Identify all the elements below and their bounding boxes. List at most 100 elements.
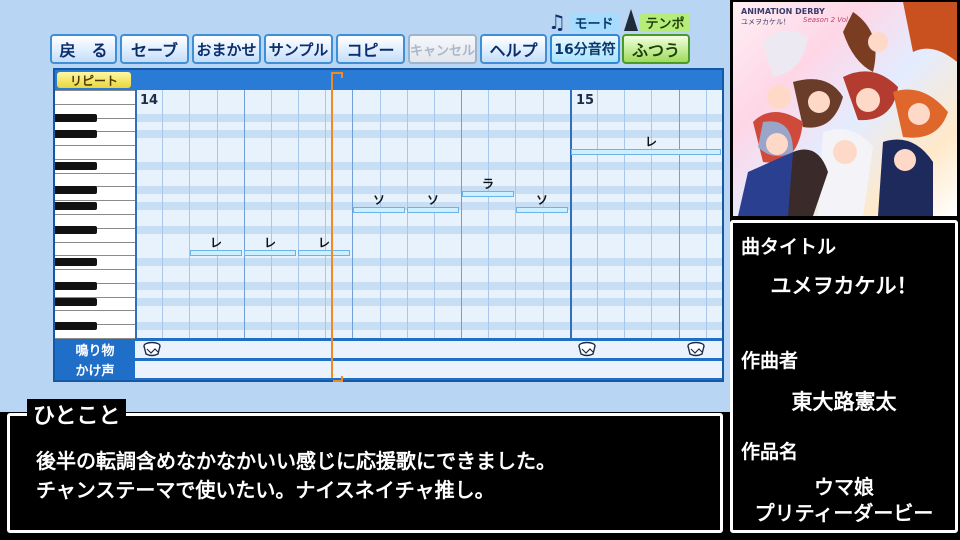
grid-row <box>135 130 722 138</box>
repeat-button[interactable]: リピート <box>57 72 131 88</box>
comment-line-1: 後半の転調含めなかなかいい感じに応援歌にできました。 <box>36 449 556 473</box>
black-key[interactable] <box>55 130 97 138</box>
white-key-divider <box>55 214 135 215</box>
note-icon: ♫ <box>548 10 566 34</box>
percussion-row-kakegoe: かけ声 <box>55 360 722 379</box>
grid-row <box>135 258 722 266</box>
cancel-button[interactable]: キャンセル <box>408 34 477 64</box>
metronome-icon <box>624 9 638 31</box>
comment-title: ひとこと <box>27 399 127 429</box>
repeat-bar: リピート <box>55 70 722 90</box>
note-grid[interactable]: 14 15 レレレソソラソレ <box>135 90 722 338</box>
work-value-line-1: ウマ娘 <box>814 475 874 499</box>
black-key[interactable] <box>55 322 97 330</box>
grid-line <box>352 90 353 338</box>
tempo-label: テンポ <box>640 13 690 32</box>
note-label: レ <box>317 236 330 250</box>
note-label: ソ <box>372 193 385 207</box>
grid-line <box>217 90 218 338</box>
grid-line <box>434 90 435 338</box>
measure-number-14: 14 <box>140 93 159 108</box>
percussion-label-kakegoe: かけ声 <box>55 360 135 379</box>
white-key-divider <box>55 159 135 160</box>
grid-row <box>135 282 722 290</box>
white-key-divider <box>55 255 135 256</box>
playhead-bottom-cap <box>333 376 343 382</box>
black-key[interactable] <box>55 114 97 122</box>
jacket-artwork <box>738 2 957 216</box>
note-label: レ <box>263 236 276 250</box>
grid-line <box>679 90 680 338</box>
grid-row <box>135 226 722 234</box>
grid-row <box>135 162 722 170</box>
grid-line <box>407 90 408 338</box>
percussion-lane-narimono[interactable] <box>135 341 722 358</box>
drum-icon[interactable] <box>578 341 596 357</box>
tempo-select[interactable]: ふつう <box>622 34 690 64</box>
grid-line <box>543 90 544 338</box>
composer-heading: 作曲者 <box>741 350 799 372</box>
grid-line <box>515 90 516 338</box>
comment-line-2: チャンステーマで使いたい。ナイスネイチャ推し。 <box>36 478 495 502</box>
drum-icon[interactable] <box>687 341 705 357</box>
album-jacket: ANIMATION DERBY Season 2 Vol.1 ユメヲカケル！ <box>733 2 957 216</box>
comment-box: 後半の転調含めなかなかいい感じに応援歌にできました。 チャンステーマで使いたい。… <box>7 413 723 533</box>
white-key-divider <box>55 269 135 270</box>
percussion-area: 鳴り物 かけ声 <box>55 340 722 380</box>
note-label: ソ <box>426 193 439 207</box>
copy-button[interactable]: コピー <box>336 34 405 64</box>
grid-line <box>325 90 326 338</box>
playhead-top-cap <box>333 72 343 78</box>
white-key-divider <box>55 200 135 201</box>
grid-line <box>135 90 137 338</box>
grid-line <box>651 90 652 338</box>
black-key[interactable] <box>55 258 97 266</box>
playhead[interactable] <box>331 72 333 378</box>
piano-keyboard[interactable] <box>55 90 135 339</box>
grid-line <box>244 90 245 338</box>
song-title-value: ユメヲカケル！ <box>770 274 918 298</box>
white-key-divider <box>55 242 135 243</box>
grid-row <box>135 114 722 122</box>
grid-line <box>597 90 598 338</box>
editor-stage: ♫ モード テンポ 戻 る セーブ おまかせ サンプル コピー キャンセル ヘル… <box>0 0 730 412</box>
piano-roll: リピート 14 15 レレレソソラソレ 鳴り物 かけ声 <box>53 68 724 382</box>
white-key-divider <box>55 104 135 105</box>
black-key[interactable] <box>55 226 97 234</box>
grid-line <box>162 90 163 338</box>
grid-row <box>135 322 722 330</box>
song-title-heading: 曲タイトル <box>741 236 837 258</box>
white-key-divider <box>55 310 135 311</box>
white-key-divider <box>55 173 135 174</box>
auto-button[interactable]: おまかせ <box>192 34 261 64</box>
grid-line <box>189 90 190 338</box>
grid-line <box>488 90 489 338</box>
black-key[interactable] <box>55 298 97 306</box>
measure-number-15: 15 <box>576 93 595 108</box>
help-button[interactable]: ヘルプ <box>480 34 547 64</box>
black-key[interactable] <box>55 282 97 290</box>
percussion-row-narimono: 鳴り物 <box>55 340 722 359</box>
back-button[interactable]: 戻 る <box>50 34 117 64</box>
mode-select[interactable]: 16分音符 <box>550 34 620 64</box>
black-key[interactable] <box>55 186 97 194</box>
sample-button[interactable]: サンプル <box>264 34 333 64</box>
white-key-divider <box>55 338 135 339</box>
grid-line <box>624 90 625 338</box>
grid-line <box>461 90 462 338</box>
white-key-divider <box>55 90 135 91</box>
drum-icon[interactable] <box>143 341 161 357</box>
grid-line <box>570 90 572 338</box>
work-value-line-2: プリティーダービー <box>754 501 934 525</box>
note-label: ラ <box>481 177 494 191</box>
grid-row <box>135 298 722 306</box>
black-key[interactable] <box>55 162 97 170</box>
white-key-divider <box>55 145 135 146</box>
percussion-lane-kakegoe[interactable] <box>135 361 722 378</box>
save-button[interactable]: セーブ <box>120 34 189 64</box>
black-key[interactable] <box>55 202 97 210</box>
info-panel: 曲タイトル ユメヲカケル！ 作曲者 東大路憲太 作品名 ウマ娘 プリティーダービ… <box>730 220 958 533</box>
note-label: レ <box>209 236 222 250</box>
grid-line <box>271 90 272 338</box>
note-label: レ <box>644 135 657 149</box>
